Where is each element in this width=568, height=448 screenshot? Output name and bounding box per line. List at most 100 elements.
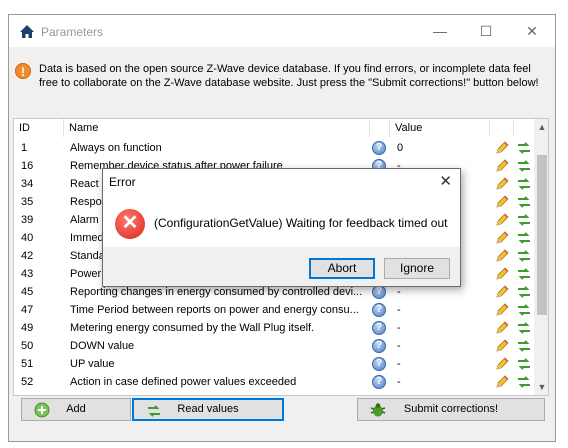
row-value[interactable]: 0 <box>397 139 487 157</box>
pencil-icon <box>494 302 510 318</box>
pencil-icon <box>494 158 510 174</box>
help-icon-glyph: ? <box>372 141 386 155</box>
edit-pencil-icon[interactable] <box>494 139 510 157</box>
column-header-value[interactable]: Value <box>390 119 490 137</box>
sync-arrows-icon <box>516 158 532 174</box>
row-value[interactable]: - <box>397 355 487 373</box>
column-header-name[interactable]: Name <box>64 119 370 137</box>
home-icon <box>20 25 34 38</box>
sync-arrows-icon <box>516 338 532 354</box>
pencil-icon <box>494 266 510 282</box>
edit-pencil-icon[interactable] <box>494 265 510 283</box>
sync-arrows-icon <box>516 212 532 228</box>
table-row[interactable]: 1 Always on function? 0 <box>14 139 534 157</box>
sync-arrows-icon <box>516 374 532 390</box>
ignore-button[interactable]: Ignore <box>384 258 450 279</box>
edit-pencil-icon[interactable] <box>494 337 510 355</box>
close-button[interactable]: ✕ <box>509 15 555 47</box>
read-values-label: Read values <box>177 403 239 415</box>
table-row[interactable]: 49 Metering energy consumed by the Wall P… <box>14 319 534 337</box>
error-message: (ConfigurationGetValue) Waiting for feed… <box>154 216 448 230</box>
maximize-button[interactable]: ☐ <box>463 15 509 47</box>
pencil-icon <box>494 176 510 192</box>
row-value[interactable]: - <box>397 373 487 391</box>
read-values-button[interactable]: Read values <box>132 398 284 421</box>
row-value[interactable]: - <box>397 301 487 319</box>
sync-row-icon[interactable] <box>516 283 532 301</box>
help-icon[interactable]: ? <box>372 139 388 157</box>
sync-row-icon[interactable] <box>516 175 532 193</box>
sync-row-icon[interactable] <box>516 157 532 175</box>
sync-row-icon[interactable] <box>516 373 532 391</box>
table-header: ID Name Value <box>14 119 534 137</box>
submit-corrections-button[interactable]: Submit corrections! <box>357 398 545 421</box>
edit-pencil-icon[interactable] <box>494 247 510 265</box>
sync-row-icon[interactable] <box>516 337 532 355</box>
minimize-button[interactable]: — <box>417 15 463 47</box>
table-row[interactable]: 50 DOWN value? - <box>14 337 534 355</box>
row-id: 47 <box>21 304 34 316</box>
sync-row-icon[interactable] <box>516 355 532 373</box>
abort-button[interactable]: Abort <box>309 258 375 279</box>
sync-arrows-icon <box>516 248 532 264</box>
row-id: 42 <box>21 250 34 262</box>
sync-row-icon[interactable] <box>516 247 532 265</box>
pencil-icon <box>494 194 510 210</box>
window-title: Parameters <box>41 25 104 39</box>
edit-pencil-icon[interactable] <box>494 193 510 211</box>
scroll-down-arrow[interactable]: ▼ <box>534 379 548 395</box>
row-name: Always on function <box>70 142 162 154</box>
error-dialog-close-icon[interactable]: ✕ <box>439 172 452 190</box>
sync-row-icon[interactable] <box>516 193 532 211</box>
row-id: 35 <box>21 196 34 208</box>
help-icon[interactable]: ? <box>372 319 388 337</box>
edit-pencil-icon[interactable] <box>494 157 510 175</box>
sync-row-icon[interactable] <box>516 265 532 283</box>
error-dialog-title: Error <box>109 175 136 189</box>
edit-pencil-icon[interactable] <box>494 283 510 301</box>
help-icon[interactable]: ? <box>372 337 388 355</box>
row-id: 49 <box>21 322 34 334</box>
sync-row-icon[interactable] <box>516 319 532 337</box>
row-id: 51 <box>21 358 34 370</box>
edit-pencil-icon[interactable] <box>494 301 510 319</box>
edit-pencil-icon[interactable] <box>494 373 510 391</box>
help-icon-glyph: ? <box>372 357 386 371</box>
edit-pencil-icon[interactable] <box>494 211 510 229</box>
row-value[interactable]: - <box>397 319 487 337</box>
edit-pencil-icon[interactable] <box>494 319 510 337</box>
sync-arrows-icon <box>516 302 532 318</box>
vertical-scrollbar[interactable]: ▲ ▼ <box>534 119 548 395</box>
row-id: 43 <box>21 268 34 280</box>
row-id: 40 <box>21 232 34 244</box>
table-row[interactable]: 47 Time Period between reports on power a… <box>14 301 534 319</box>
sync-row-icon[interactable] <box>516 211 532 229</box>
help-icon[interactable]: ? <box>372 355 388 373</box>
scrollbar-thumb[interactable] <box>537 155 547 315</box>
help-icon[interactable]: ? <box>372 373 388 391</box>
edit-pencil-icon[interactable] <box>494 175 510 193</box>
row-name: Time Period between reports on power and… <box>70 304 359 316</box>
sync-arrows-icon <box>516 140 532 156</box>
row-value[interactable]: - <box>397 337 487 355</box>
sync-row-icon[interactable] <box>516 301 532 319</box>
add-button-label: Add <box>66 403 86 415</box>
add-button[interactable]: Add <box>21 398 131 421</box>
sync-arrows-icon <box>516 284 532 300</box>
pencil-icon <box>494 338 510 354</box>
row-id: 39 <box>21 214 34 226</box>
table-row[interactable]: 52 Action in case defined power values ex… <box>14 373 534 391</box>
sync-row-icon[interactable] <box>516 139 532 157</box>
column-header-id[interactable]: ID <box>14 119 64 137</box>
table-row[interactable]: 51 UP value? - <box>14 355 534 373</box>
row-name: DOWN value <box>70 340 135 352</box>
sync-row-icon[interactable] <box>516 229 532 247</box>
scroll-up-arrow[interactable]: ▲ <box>534 119 548 135</box>
edit-pencil-icon[interactable] <box>494 355 510 373</box>
row-id: 50 <box>21 340 34 352</box>
help-icon-glyph: ? <box>372 285 386 299</box>
warning-icon: ! <box>15 63 31 79</box>
edit-pencil-icon[interactable] <box>494 229 510 247</box>
help-icon[interactable]: ? <box>372 301 388 319</box>
submit-corrections-label: Submit corrections! <box>403 403 499 415</box>
